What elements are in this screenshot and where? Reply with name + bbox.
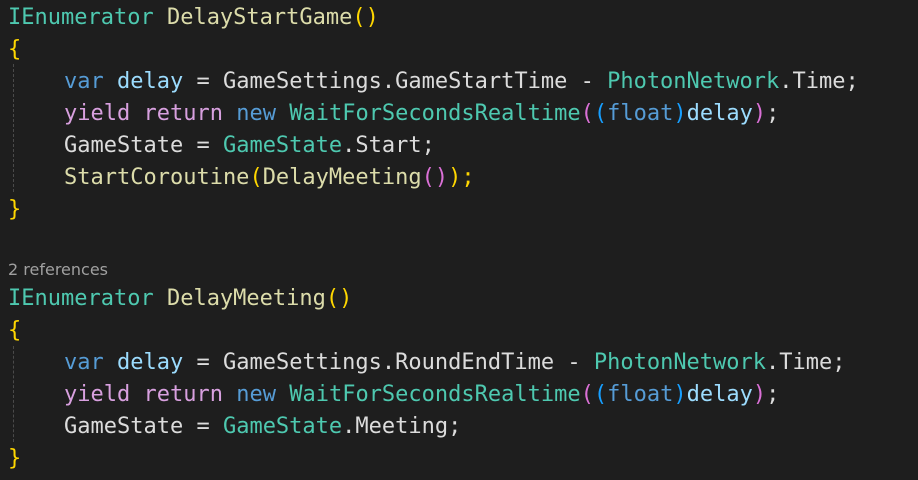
token-control: return: [143, 382, 223, 407]
token-plain: = GameSettings.RoundEndTime -: [183, 350, 594, 375]
token-plain: ;: [766, 382, 780, 407]
code-line-6[interactable]: StartCoroutine(DelayMeeting());: [8, 162, 475, 194]
code-line-5[interactable]: GameState = GameState.Start;: [8, 130, 435, 162]
token-keyword: var: [64, 69, 104, 94]
token-variable: delay: [117, 350, 184, 375]
token-brace: {: [8, 318, 22, 343]
code-line-12[interactable]: GameState = GameState.Meeting;: [8, 411, 461, 443]
token-brace: }: [8, 197, 22, 222]
token-paren: );: [448, 165, 475, 190]
token-plain: .Time;: [766, 350, 846, 375]
code-line-11[interactable]: yield return new WaitForSecondsRealtime(…: [8, 379, 779, 411]
token-keyword: float: [607, 101, 674, 126]
token-plain: GameState =: [64, 414, 223, 439]
token-type: PhotonNetwork: [593, 350, 767, 375]
token-type: WaitForSecondsRealtime: [289, 101, 581, 126]
token-type: WaitForSecondsRealtime: [289, 382, 581, 407]
token-keyword: new: [236, 382, 276, 407]
token-method-name: DelayMeeting: [262, 165, 422, 190]
token-paren: ): [673, 382, 687, 407]
token-plain: = GameSettings.GameStartTime -: [183, 69, 608, 94]
token-method-name: StartCoroutine: [64, 165, 250, 190]
token-paren: (: [580, 101, 594, 126]
code-line-4[interactable]: yield return new WaitForSecondsRealtime(…: [8, 98, 779, 130]
token-method-name: DelayMeeting: [166, 286, 326, 311]
token-variable: delay: [117, 69, 184, 94]
token-plain: .Start;: [342, 133, 435, 158]
code-line-3[interactable]: var delay = GameSettings.GameStartTime -…: [8, 66, 859, 98]
code-line-2[interactable]: {: [8, 34, 21, 66]
token-method-name: DelayStartGame: [166, 5, 353, 30]
token-brace: {: [8, 37, 22, 62]
token-plain: ;: [766, 101, 780, 126]
token-paren: (): [325, 286, 353, 311]
code-line-8[interactable]: IEnumerator DelayMeeting(): [8, 283, 352, 315]
token-type: PhotonNetwork: [607, 69, 780, 94]
token-paren: (: [593, 382, 608, 407]
token-paren: ): [752, 101, 767, 126]
code-line-1[interactable]: IEnumerator DelayStartGame(): [8, 2, 379, 34]
token-paren: (: [580, 382, 594, 407]
token-paren: (: [249, 165, 263, 190]
code-line-10[interactable]: var delay = GameSettings.RoundEndTime - …: [8, 347, 846, 379]
token-keyword: var: [64, 350, 104, 375]
token-paren: (): [352, 5, 379, 30]
token-variable: delay: [686, 101, 753, 126]
token-plain: .Meeting;: [342, 414, 462, 439]
token-plain: GameState =: [64, 133, 223, 158]
token-brace: }: [8, 446, 22, 471]
token-control: yield: [64, 101, 131, 126]
token-control: yield: [64, 382, 131, 407]
codelens-references[interactable]: 2 references: [8, 258, 108, 282]
token-type: GameState: [222, 133, 343, 158]
token-paren: (: [593, 101, 608, 126]
token-variable: delay: [686, 382, 753, 407]
code-editor[interactable]: IEnumerator DelayStartGame() { var delay…: [0, 0, 918, 480]
token-control: return: [143, 101, 223, 126]
token-keyword: float: [607, 382, 674, 407]
code-line-13[interactable]: }: [8, 443, 21, 475]
token-paren: (): [421, 165, 449, 190]
token-type: GameState: [222, 414, 343, 439]
token-type: IEnumerator: [8, 286, 154, 311]
token-keyword: new: [236, 101, 276, 126]
code-line-9[interactable]: {: [8, 315, 21, 347]
token-plain: .Time;: [779, 69, 859, 94]
code-line-7[interactable]: }: [8, 194, 21, 226]
token-paren: ): [752, 382, 767, 407]
token-paren: ): [673, 101, 687, 126]
token-type: IEnumerator: [8, 5, 154, 30]
